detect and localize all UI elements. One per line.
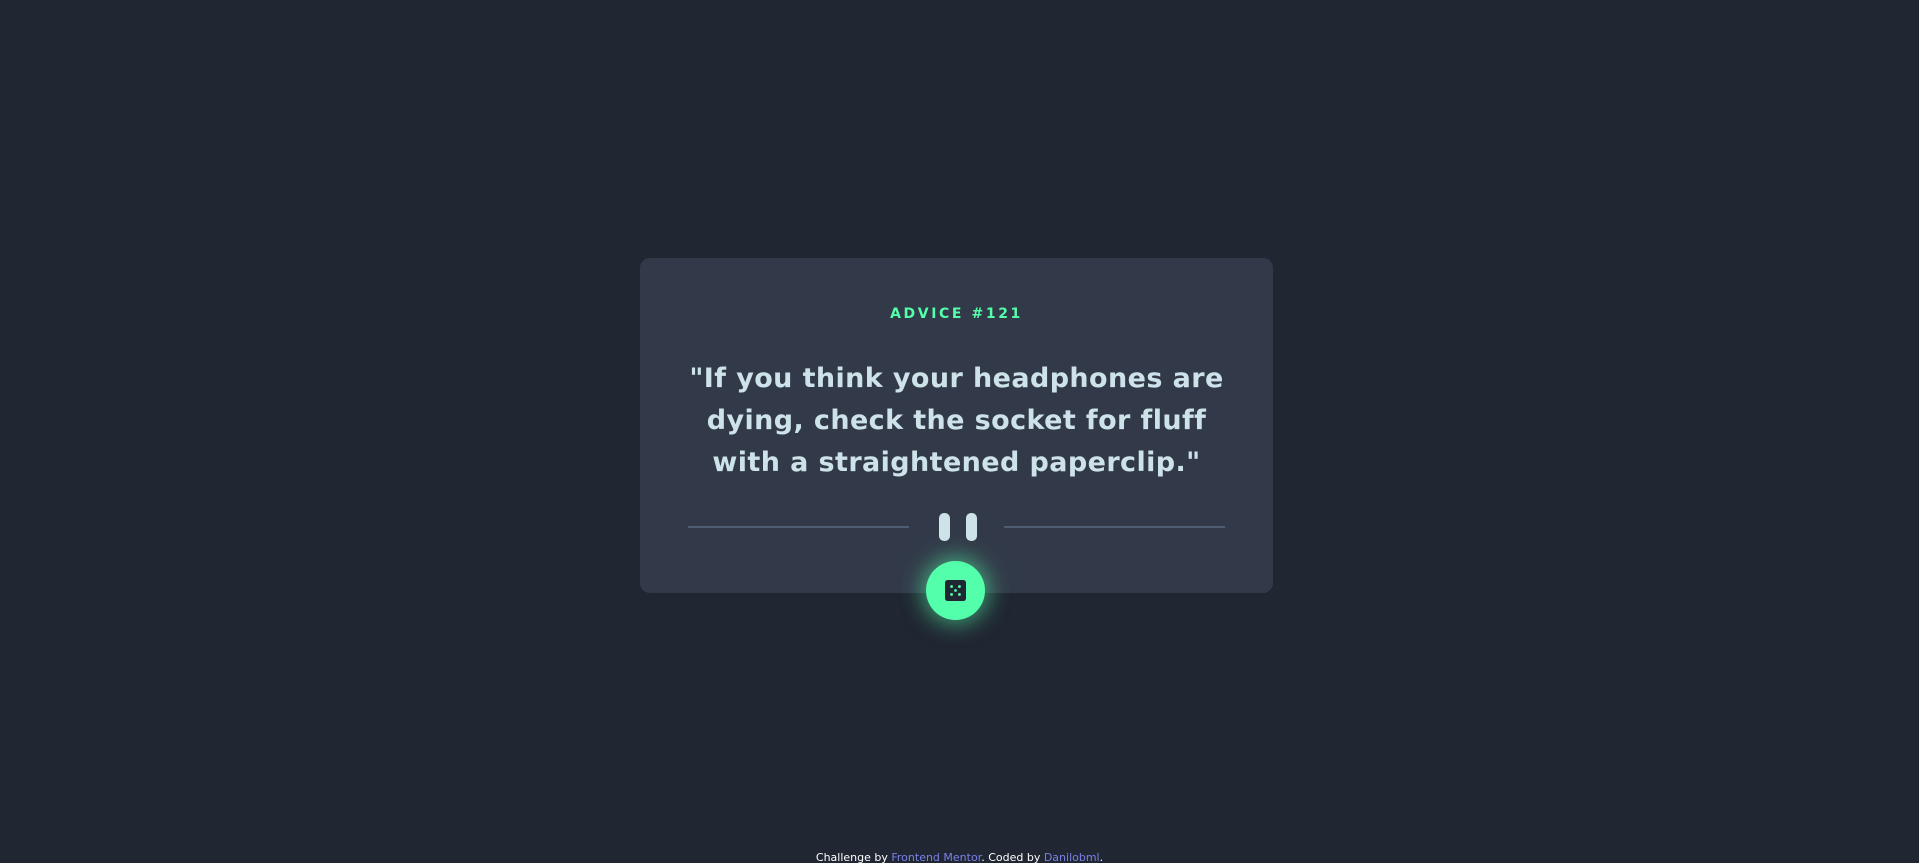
pattern-divider [688,513,1225,541]
footer-middle: . Coded by [981,851,1044,863]
divider-line-left [688,526,909,528]
attribution-footer: Challenge by Frontend Mentor. Coded by D… [0,851,1919,863]
advice-card: ADVICE #121 "If you think your headphone… [640,258,1273,593]
new-advice-button[interactable] [926,561,985,620]
pause-icon [939,513,977,541]
author-link[interactable]: Danilobml [1044,851,1100,863]
footer-prefix: Challenge by [815,851,892,863]
divider-line-right [1004,526,1225,528]
frontend-mentor-link[interactable]: Frontend Mentor [891,851,981,863]
footer-suffix: . [1099,851,1104,863]
advice-quote: "If you think your headphones are dying,… [689,363,1224,478]
advice-id-label: ADVICE #121 [890,306,1023,322]
page: ADVICE #121 "If you think your headphone… [0,0,1919,863]
dice-icon [945,580,966,601]
